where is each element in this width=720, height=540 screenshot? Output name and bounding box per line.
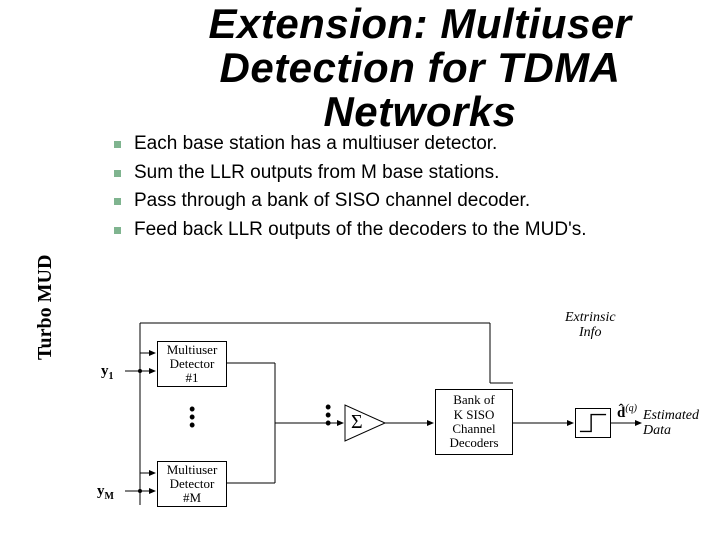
bullet-item: Pass through a bank of SISO channel deco… <box>110 187 700 216</box>
block-diagram: y1 yM Multiuser Detector #1 Multiuser De… <box>95 305 705 530</box>
input-y1-label: y1 <box>101 363 114 382</box>
bullet-item: Sum the LLR outputs from M base stations… <box>110 159 700 188</box>
bullet-item: Each base station has a multiuser detect… <box>110 130 700 159</box>
ellipsis-dots: ••• <box>325 403 331 427</box>
mud-m-box: Multiuser Detector #M <box>157 461 227 507</box>
ellipsis-dots: ••• <box>189 405 195 429</box>
slide-title: Extension: Multiuser Detection for TDMA … <box>140 2 700 134</box>
summation-symbol: Σ <box>351 411 363 434</box>
estimated-data-label: Estimated Data <box>643 409 699 438</box>
mud-1-box: Multiuser Detector #1 <box>157 341 227 387</box>
input-ym-label: yM <box>97 483 114 502</box>
hard-decision-box <box>575 408 611 438</box>
bullet-item: Feed back LLR outputs of the decoders to… <box>110 216 700 245</box>
dhat-label: d̂(q) <box>617 403 637 422</box>
extrinsic-info-label: Extrinsic Info <box>565 311 616 340</box>
bullet-list: Each base station has a multiuser detect… <box>110 130 700 244</box>
decoders-box: Bank of K SISO Channel Decoders <box>435 389 513 455</box>
